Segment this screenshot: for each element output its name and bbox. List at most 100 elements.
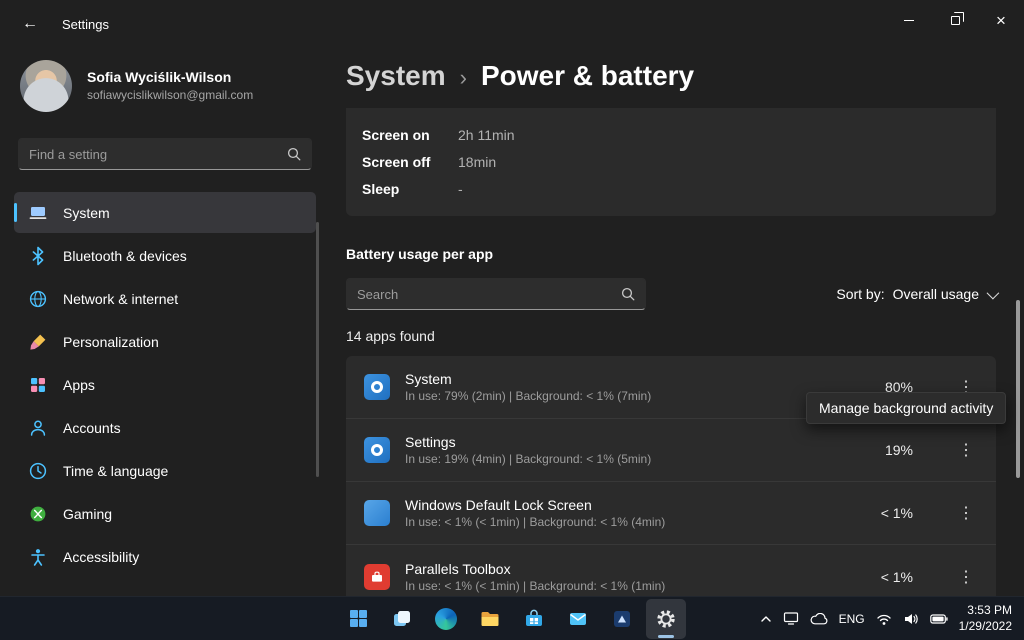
sidebar-item-label: Apps [63, 376, 95, 393]
pinned-app-icon [614, 610, 630, 627]
sidebar-item-network-internet[interactable]: Network & internet [14, 278, 316, 319]
globe-icon [28, 289, 48, 309]
system-tray: ENG 3:53 PM 1/29/2022 [760, 597, 1018, 640]
stat-row: Screen on 2h 11min [362, 121, 980, 148]
app-percent: 19% [884, 442, 913, 458]
sidebar-item-personalization[interactable]: Personalization [14, 321, 316, 362]
hidden-icons-button[interactable] [760, 614, 772, 624]
language-indicator[interactable]: ENG [839, 612, 865, 626]
sidebar-item-label: Accessibility [63, 548, 140, 565]
app-percent: < 1% [880, 505, 913, 521]
sidebar: Sofia Wyciślik-Wilson sofiawycislikwilso… [0, 48, 330, 596]
app-name: Settings [405, 434, 456, 450]
apps-found-count: 14 apps found [346, 328, 435, 344]
edge-icon [435, 607, 457, 630]
chevron-up-icon [760, 615, 771, 622]
back-button[interactable]: ← [12, 8, 48, 40]
profile-card[interactable]: Sofia Wyciślik-Wilson sofiawycislikwilso… [20, 60, 310, 112]
minimize-icon [904, 19, 914, 21]
app-name: System [405, 371, 452, 387]
app-name: Parallels Toolbox [405, 560, 511, 577]
sidebar-item-label: Personalization [63, 333, 159, 350]
search-icon [287, 147, 301, 161]
lock-screen-app-icon [364, 500, 390, 526]
stat-label: Screen on [362, 126, 430, 143]
tray-device-button[interactable] [783, 611, 799, 626]
onedrive-button[interactable] [810, 612, 828, 625]
back-icon: ← [22, 15, 38, 32]
sidebar-nav: System Bluetooth & devices Network & int… [14, 192, 316, 577]
clock[interactable]: 3:53 PM 1/29/2022 [959, 603, 1012, 634]
paintbrush-icon [28, 332, 48, 352]
app-name: Windows Default Lock Screen [405, 497, 592, 513]
avatar [20, 60, 72, 112]
start-button[interactable] [338, 599, 378, 639]
app-menu-button[interactable]: ⋮ [954, 562, 978, 592]
sort-by-label: Sort by: [836, 286, 885, 302]
sidebar-item-accessibility[interactable]: Accessibility [14, 536, 316, 577]
sidebar-scrollbar[interactable] [316, 222, 319, 477]
sidebar-item-bluetooth-devices[interactable]: Bluetooth & devices [14, 235, 316, 276]
clock-date: 1/29/2022 [958, 618, 1012, 633]
pinned-app-button[interactable] [602, 599, 642, 639]
clock-icon [28, 461, 48, 481]
task-view-button[interactable] [382, 599, 422, 639]
mail-icon [570, 612, 586, 625]
person-icon [28, 418, 48, 438]
sidebar-item-time-language[interactable]: Time & language [14, 450, 316, 491]
profile-name: Sofia Wyciślik-Wilson [87, 69, 232, 86]
clock-time: 3:53 PM [967, 602, 1012, 617]
close-button[interactable]: × [978, 0, 1024, 40]
mail-button[interactable] [558, 599, 598, 639]
sidebar-item-system[interactable]: System [14, 192, 316, 233]
windows-logo-icon [349, 610, 367, 627]
main-scrollbar[interactable] [1016, 300, 1020, 478]
parallels-toolbox-app-icon [364, 563, 390, 590]
settings-window: ← Settings × Sofia Wyciślik-Wilson sofia… [0, 0, 1024, 640]
battery-usage-title: Battery usage per app [346, 246, 494, 262]
window-controls: × [886, 0, 1024, 40]
maximize-button[interactable] [932, 0, 978, 40]
app-row-settings: Settings In use: 19% (4min) | Background… [346, 419, 996, 482]
battery-button[interactable] [929, 613, 948, 624]
network-button[interactable] [876, 612, 892, 626]
sidebar-item-apps[interactable]: Apps [14, 364, 316, 405]
breadcrumb: System › Power & battery [346, 60, 996, 92]
sidebar-item-gaming[interactable]: Gaming [14, 493, 316, 534]
page-title: Power & battery [480, 60, 695, 91]
taskbar-center [338, 597, 686, 640]
battery-icon [929, 613, 948, 624]
sidebar-item-label: Time & language [63, 462, 169, 479]
find-setting-input[interactable] [29, 146, 287, 162]
app-row-lock-screen: Windows Default Lock Screen In use: < 1%… [346, 482, 996, 545]
sidebar-item-accounts[interactable]: Accounts [14, 407, 316, 448]
main-content: System › Power & battery Screen on 2h 11… [330, 48, 1024, 608]
breadcrumb-parent[interactable]: System [346, 60, 446, 92]
usage-toolbar: Sort by: Overall usage [346, 278, 1000, 310]
sidebar-item-label: Bluetooth & devices [63, 247, 187, 264]
volume-button[interactable] [903, 612, 919, 626]
profile-email: sofiawycislikwilson@gmail.com [87, 88, 254, 103]
app-menu-button[interactable]: ⋮ [954, 435, 978, 465]
store-icon [526, 609, 542, 626]
search-icon [621, 287, 635, 301]
settings-taskbar-button[interactable] [646, 598, 686, 639]
chevron-down-icon [986, 286, 1000, 299]
kebab-icon: ⋮ [958, 442, 974, 459]
taskbar: ENG 3:53 PM 1/29/2022 [0, 596, 1024, 640]
sort-by-dropdown[interactable]: Sort by: Overall usage [836, 286, 1000, 302]
app-search-input[interactable] [357, 286, 621, 302]
accessibility-icon [28, 547, 48, 567]
app-details: In use: < 1% (< 1min) | Background: < 1%… [405, 515, 666, 529]
network-icon [876, 614, 891, 625]
app-details: In use: 79% (2min) | Background: < 1% (7… [405, 389, 652, 403]
app-menu-button[interactable]: ⋮ [954, 498, 978, 528]
stat-row: Screen off 18min [362, 148, 980, 175]
microsoft-store-button[interactable] [514, 599, 554, 639]
stat-label: Screen off [362, 153, 431, 170]
file-explorer-button[interactable] [470, 599, 510, 639]
edge-button[interactable] [426, 599, 466, 639]
minimize-button[interactable] [886, 0, 932, 40]
sidebar-item-label: System [63, 204, 110, 221]
cloud-icon [810, 612, 827, 624]
